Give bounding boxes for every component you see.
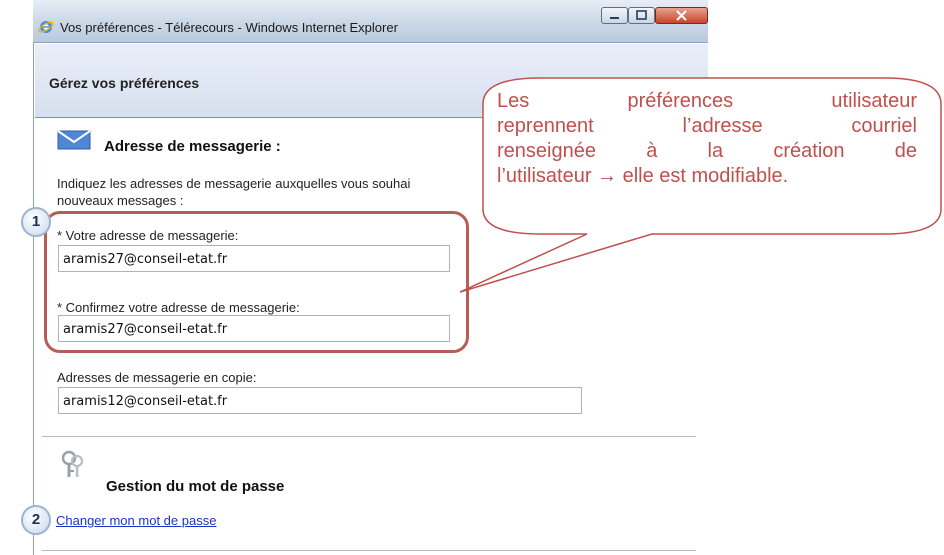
step-badge-1: 1 [21, 207, 51, 237]
callout-line3: renseignée à la création de [497, 140, 917, 162]
step-badge-2: 2 [21, 505, 51, 535]
callout-text: Les préférences utilisateur reprennent l… [497, 89, 917, 189]
callout-bubble [459, 77, 942, 293]
callout-line1: Les préférences utilisateur [497, 90, 917, 112]
callout-line2: reprennent l’adresse courriel [497, 115, 917, 137]
callout-line4: l’utilisateur → elle est modifiable. [497, 165, 789, 187]
